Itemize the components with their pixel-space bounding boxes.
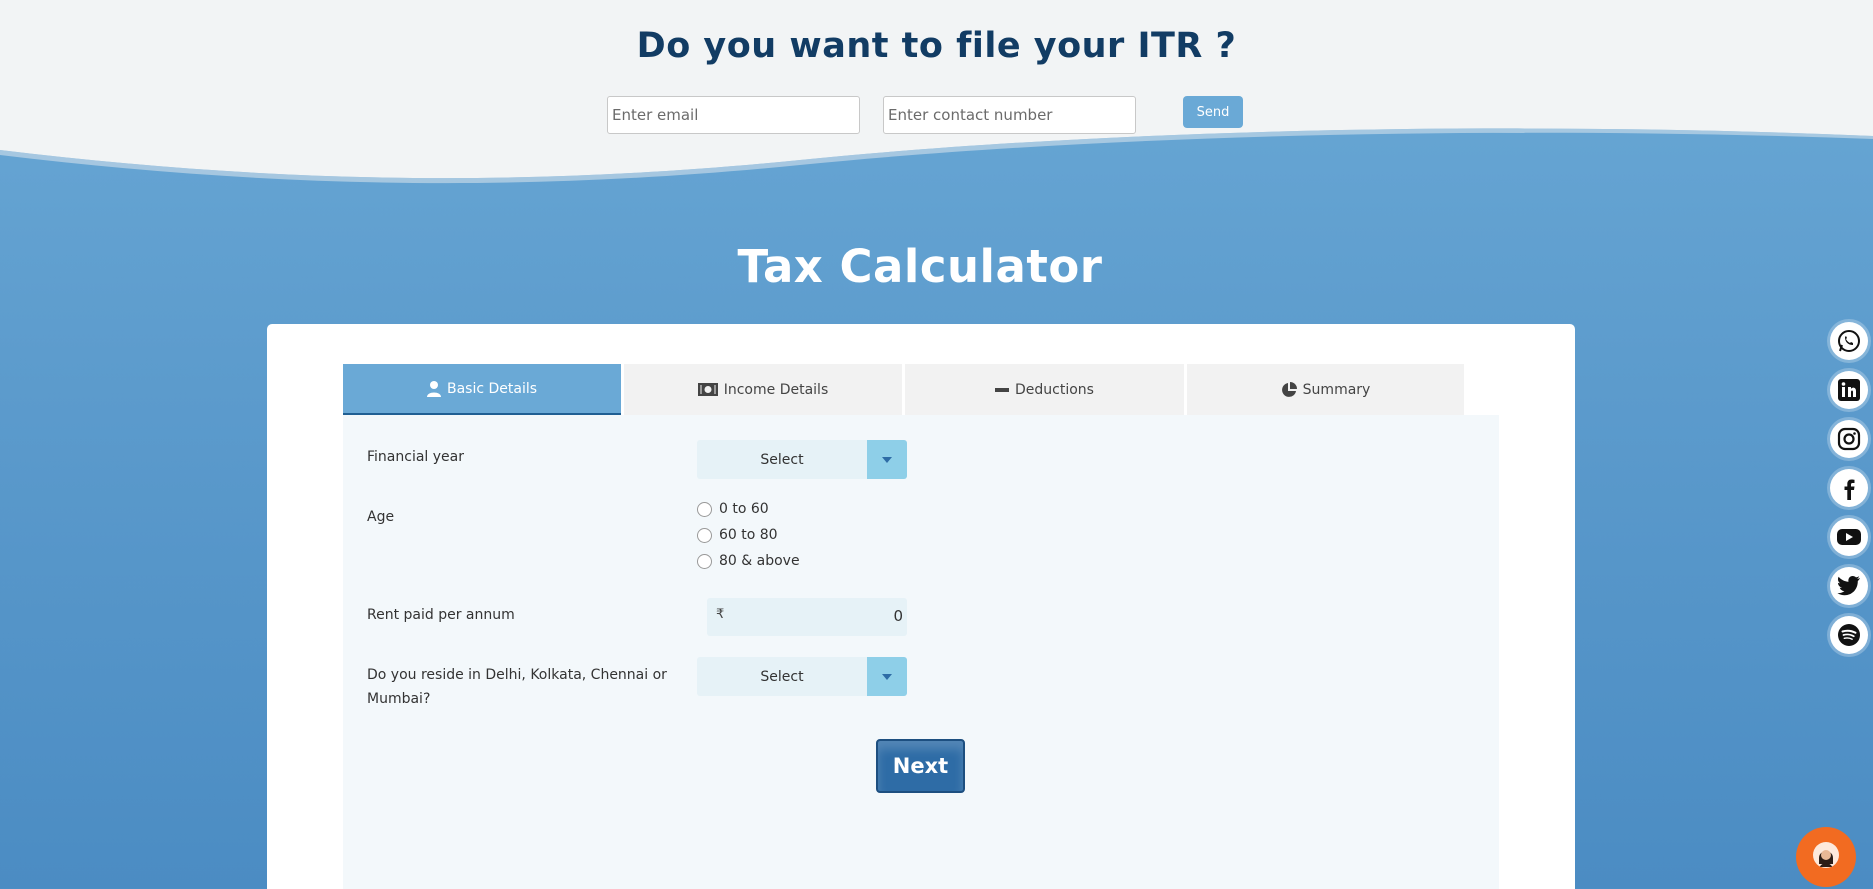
money-icon (697, 383, 718, 396)
linkedin-icon[interactable] (1830, 371, 1868, 409)
calculator-title: Tax Calculator (737, 240, 1103, 293)
radio-button[interactable] (697, 501, 712, 517)
spotify-icon[interactable] (1830, 616, 1868, 654)
rent-input[interactable]: ₹ 0 (707, 598, 907, 636)
support-agent-icon (1811, 840, 1841, 875)
metro-label-line1: Do you reside in Delhi, Kolkata, Chennai… (367, 667, 667, 683)
user-icon (426, 380, 441, 397)
select-value: Select (760, 451, 804, 468)
youtube-icon[interactable] (1830, 518, 1868, 556)
whatsapp-icon[interactable] (1830, 322, 1868, 360)
tab-income-details[interactable]: Income Details (624, 364, 902, 415)
radio-label: 80 & above (719, 553, 800, 569)
financial-year-select[interactable]: Select (697, 440, 907, 479)
email-input[interactable] (607, 96, 860, 134)
itr-heading: Do you want to file your ITR ? (636, 26, 1237, 66)
tab-label: Income Details (723, 381, 829, 398)
age-option-0-60[interactable]: 0 to 60 (697, 501, 769, 517)
calculator-tabs: Basic Details Income Details Deductions … (343, 364, 1464, 415)
pie-chart-icon (1281, 381, 1297, 398)
tab-deductions[interactable]: Deductions (905, 364, 1184, 415)
financial-year-label: Financial year (367, 449, 464, 465)
radio-label: 0 to 60 (719, 501, 769, 517)
facebook-icon[interactable] (1830, 469, 1868, 507)
tab-summary[interactable]: Summary (1187, 364, 1464, 415)
caret-down-icon[interactable] (867, 657, 907, 696)
twitter-icon[interactable] (1830, 567, 1868, 605)
calculator-card: Basic Details Income Details Deductions … (267, 324, 1575, 889)
tab-label: Basic Details (446, 380, 538, 397)
tab-basic-details[interactable]: Basic Details (343, 364, 621, 415)
metro-city-select[interactable]: Select (697, 657, 907, 696)
next-button[interactable]: Next (876, 739, 965, 793)
rent-label: Rent paid per annum (367, 607, 515, 623)
age-label: Age (367, 509, 395, 525)
age-option-60-80[interactable]: 60 to 80 (697, 527, 778, 543)
metro-city-label: Do you reside in Delhi, Kolkata, Chennai… (367, 663, 667, 711)
basic-details-panel: Financial year Select Age 0 to 60 60 to … (343, 415, 1499, 889)
instagram-icon[interactable] (1830, 420, 1868, 458)
tab-label: Summary (1302, 381, 1371, 398)
age-option-80-above[interactable]: 80 & above (697, 553, 800, 569)
rupee-icon: ₹ (716, 606, 725, 621)
minus-icon (995, 387, 1010, 392)
radio-button[interactable] (697, 553, 712, 569)
caret-down-icon[interactable] (867, 440, 907, 479)
send-button[interactable]: Send (1183, 96, 1243, 128)
metro-label-line2: Mumbai? (367, 691, 431, 707)
rent-value: 0 (893, 607, 903, 625)
tab-label: Deductions (1015, 381, 1094, 398)
chat-support-button[interactable] (1796, 827, 1856, 887)
radio-label: 60 to 80 (719, 527, 778, 543)
select-value: Select (760, 668, 804, 685)
contact-number-input[interactable] (883, 96, 1136, 134)
radio-button[interactable] (697, 527, 712, 543)
